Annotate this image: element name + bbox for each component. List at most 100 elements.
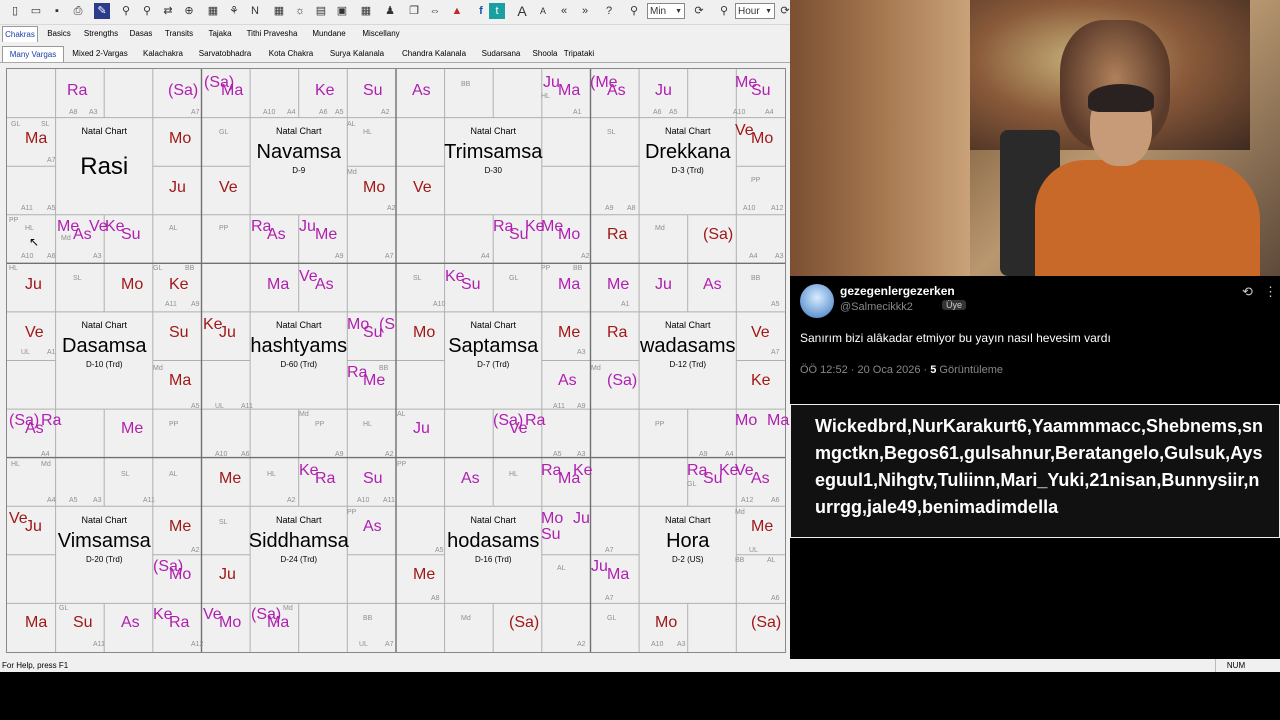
tab-sub-6[interactable]: Chandra Kalanala [394, 46, 474, 61]
chart-subtitle: D-7 (Trd) [477, 360, 510, 370]
font-larger-icon[interactable]: A [514, 3, 530, 19]
house-label: PP [315, 421, 325, 428]
open-folder-icon[interactable]: ▭ [28, 3, 44, 19]
help-icon[interactable]: ? [601, 3, 617, 19]
house-label: PP [169, 421, 179, 428]
tab-sub-7[interactable]: Sudarsana [478, 46, 524, 61]
chart-name[interactable]: Drekkana [638, 141, 738, 164]
table-icon[interactable]: ▤ [313, 3, 329, 19]
tab-sub-1[interactable]: Mixed 2-Vargas [66, 46, 134, 61]
sun-icon[interactable]: ☼ [292, 3, 308, 19]
planet-glyph: Mo [363, 179, 386, 196]
tab-main-1[interactable]: Basics [42, 26, 76, 41]
house-label: A7 [605, 547, 614, 554]
tab-main-0[interactable]: Chakras [2, 26, 38, 42]
house-label: SL [219, 519, 228, 526]
house-label: A7 [605, 595, 614, 602]
chart-icon[interactable]: ▦ [205, 3, 221, 19]
leaf-icon[interactable]: ⚘ [226, 3, 242, 19]
chart-name[interactable]: hodasams [443, 530, 543, 553]
tab-main-2[interactable]: Strengths [80, 26, 122, 41]
grid-icon[interactable]: ▦ [271, 3, 287, 19]
tab-sub-5[interactable]: Surya Kalanala [324, 46, 390, 61]
tab-sub-0[interactable]: Many Vargas [2, 46, 64, 62]
chart-name[interactable]: hashtyams [249, 335, 349, 358]
facebook-icon[interactable]: f [473, 3, 489, 19]
repost-icon[interactable]: ⟲ [1242, 284, 1253, 300]
chart-name[interactable]: Vimsamsa [54, 530, 154, 553]
house-label: HL [9, 265, 18, 272]
chart-name[interactable]: wadasams [638, 335, 738, 358]
tweet-text: Sanırım bizi alâkadar etmiyor bu yayın n… [800, 331, 1111, 345]
font-smaller-icon[interactable]: A [535, 3, 551, 19]
chart-subtitle: D-9 [292, 166, 306, 175]
house-label: A6 [319, 109, 328, 116]
print-icon[interactable]: ⎙ [70, 3, 86, 19]
hour-step-icon[interactable]: ⚲ [716, 3, 732, 19]
grid2-icon[interactable]: ▦ [358, 3, 374, 19]
planet-glyph: Mo [169, 130, 192, 147]
planet-glyph: Mo [655, 614, 678, 631]
chart-name[interactable]: Hora [638, 530, 738, 553]
house-label: GL [11, 121, 21, 128]
house-label: UL [359, 641, 368, 648]
tab-main-3[interactable]: Dasas [126, 26, 156, 41]
chart-name[interactable]: Trimsamsa [443, 141, 543, 164]
tab-sub-2[interactable]: Kalachakra [138, 46, 188, 61]
save-icon[interactable]: ▪ [49, 3, 65, 19]
tab-sub-4[interactable]: Kota Chakra [262, 46, 320, 61]
planet-glyph: Su [363, 470, 383, 487]
box-icon[interactable]: ▣ [334, 3, 350, 19]
globe-icon[interactable]: ⊕ [181, 3, 197, 19]
planet-glyph: Ke [169, 276, 189, 293]
house-label: SL [121, 471, 130, 478]
tab-main-6[interactable]: Tithi Pravesha [242, 26, 302, 41]
chart-name[interactable]: Siddhamsa [249, 530, 349, 553]
min-select[interactable]: Min ▼ [647, 3, 685, 19]
alert-icon[interactable]: ▲ [449, 3, 465, 19]
app-icon[interactable]: t [489, 3, 505, 19]
house-label: BB [363, 615, 373, 622]
chart-title: Natal Chart [470, 126, 517, 136]
chart-name[interactable]: Rasi [54, 153, 154, 181]
swap-icon[interactable]: ⇄ [160, 3, 176, 19]
house-label: HL [25, 225, 34, 232]
tab-main-5[interactable]: Tajaka [202, 26, 238, 41]
people-icon[interactable]: ♟ [382, 3, 398, 19]
refresh2-icon[interactable]: ⟳ [777, 3, 790, 19]
house-label: A3 [677, 641, 686, 648]
more-icon[interactable]: ⋮ [1264, 284, 1277, 300]
north-icon[interactable]: N [247, 3, 263, 19]
forward-icon[interactable]: » [577, 3, 593, 19]
chevron-down-icon: ▼ [675, 8, 682, 15]
min-step-icon[interactable]: ⚲ [626, 3, 642, 19]
back-icon[interactable]: « [556, 3, 572, 19]
house-label: A1 [47, 349, 56, 356]
refresh-icon[interactable]: ⟳ [691, 3, 707, 19]
book-icon[interactable]: ❐ [406, 3, 422, 19]
house-label: PP [219, 225, 229, 232]
tab-main-8[interactable]: Miscellany [355, 26, 407, 41]
hour-select[interactable]: Hour ▼ [735, 3, 775, 19]
planet-glyph: Me [363, 372, 386, 389]
search-icon[interactable]: ⚲ [118, 3, 134, 19]
house-label: GL [219, 129, 229, 136]
tab-sub-3[interactable]: Sarvatobhadra [192, 46, 258, 61]
zoom-icon[interactable]: ⚲ [139, 3, 155, 19]
tab-main-4[interactable]: Transits [161, 26, 197, 41]
house-label: Md [655, 225, 665, 232]
new-file-icon[interactable]: ▯ [7, 3, 23, 19]
chart-name[interactable]: Navamsa [249, 141, 349, 164]
house-label: A5 [47, 205, 56, 212]
house-label: Md [61, 235, 71, 242]
tab-sub-9[interactable]: Tripataki [562, 46, 596, 61]
chart-name[interactable]: Dasamsa [54, 335, 154, 358]
chart-title: Natal Chart [275, 320, 322, 331]
house-label: A7 [385, 641, 394, 648]
tab-sub-8[interactable]: Shoola [530, 46, 560, 61]
planet-glyph: Mo [413, 324, 436, 341]
tab-main-7[interactable]: Mundane [307, 26, 351, 41]
chart-name[interactable]: Saptamsa [443, 335, 543, 358]
compare-icon[interactable]: ⇔ [427, 3, 443, 19]
edit-icon[interactable]: ✎ [94, 3, 110, 19]
